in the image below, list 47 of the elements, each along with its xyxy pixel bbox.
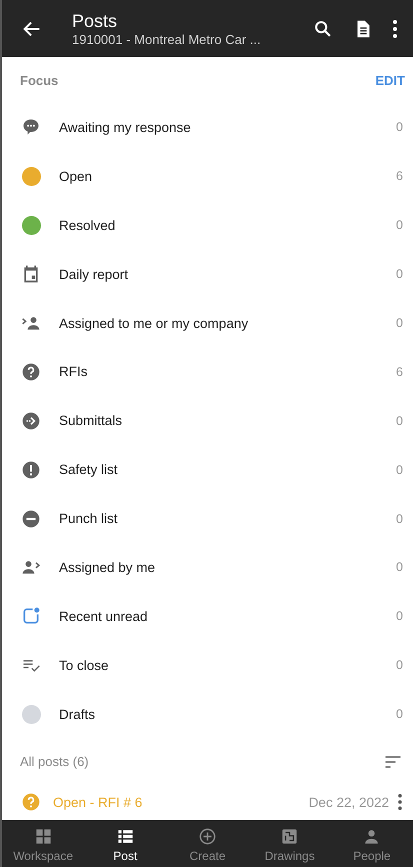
filter-label[interactable]: Recent unread [59,608,396,624]
filter-count: 0 [396,120,403,134]
filter-count: 0 [396,462,403,477]
filter-label[interactable]: Open [59,168,396,184]
unread-icon [21,606,41,626]
question-icon [21,362,41,382]
filter-label[interactable]: Safety list [59,462,396,478]
nav-tab[interactable]: Workspace [2,820,84,867]
post-date: Dec 22, 2022 [308,794,389,810]
filter-count: 0 [396,609,403,624]
filter-count: 6 [396,169,403,184]
filter-label[interactable]: To close [59,658,396,673]
filter-label[interactable]: Drafts [59,706,396,722]
filter-count: 0 [396,560,403,574]
chat-bubble-icon [21,117,41,138]
filter-count: 0 [396,512,403,526]
minus-circle-icon [21,508,41,529]
filter-label[interactable]: Daily report [59,266,396,282]
alert-icon [21,460,41,480]
floor-plan-icon [280,826,300,846]
nav-tab[interactable]: Drawings [248,820,331,867]
section-heading: Focus [20,72,58,88]
filter-count: 0 [396,658,403,672]
filter-label[interactable]: Assigned to me or my company [59,316,396,330]
filter-label[interactable]: Awaiting my response [59,120,396,135]
nav-tab[interactable]: Post [84,820,166,867]
filter-count: 6 [396,364,403,379]
more-icon [398,794,402,810]
filter-label[interactable]: Resolved [59,218,396,233]
nav-tab[interactable]: Create [166,820,249,867]
filter-count: 0 [396,707,403,722]
section-heading: All posts (6) [20,754,89,770]
project-subtitle: 1910001 - Montreal Metro Car ... [72,32,262,46]
filter-label[interactable]: Submittals [59,413,396,428]
nav-tab[interactable]: People [330,820,413,867]
grid-icon [34,826,53,846]
question-icon [21,792,41,812]
filter-label[interactable]: Assigned by me [59,560,396,575]
screen-title: Posts [72,10,118,32]
filter-count: 0 [396,267,403,282]
filter-label[interactable]: Punch list [59,511,396,526]
filter-count: 0 [396,414,403,428]
more-icon [393,20,397,38]
filter-count: 0 [396,218,403,232]
add-circle-icon [198,826,217,846]
filter-count: 0 [396,316,403,330]
filter-label[interactable]: RFIs [59,364,396,380]
